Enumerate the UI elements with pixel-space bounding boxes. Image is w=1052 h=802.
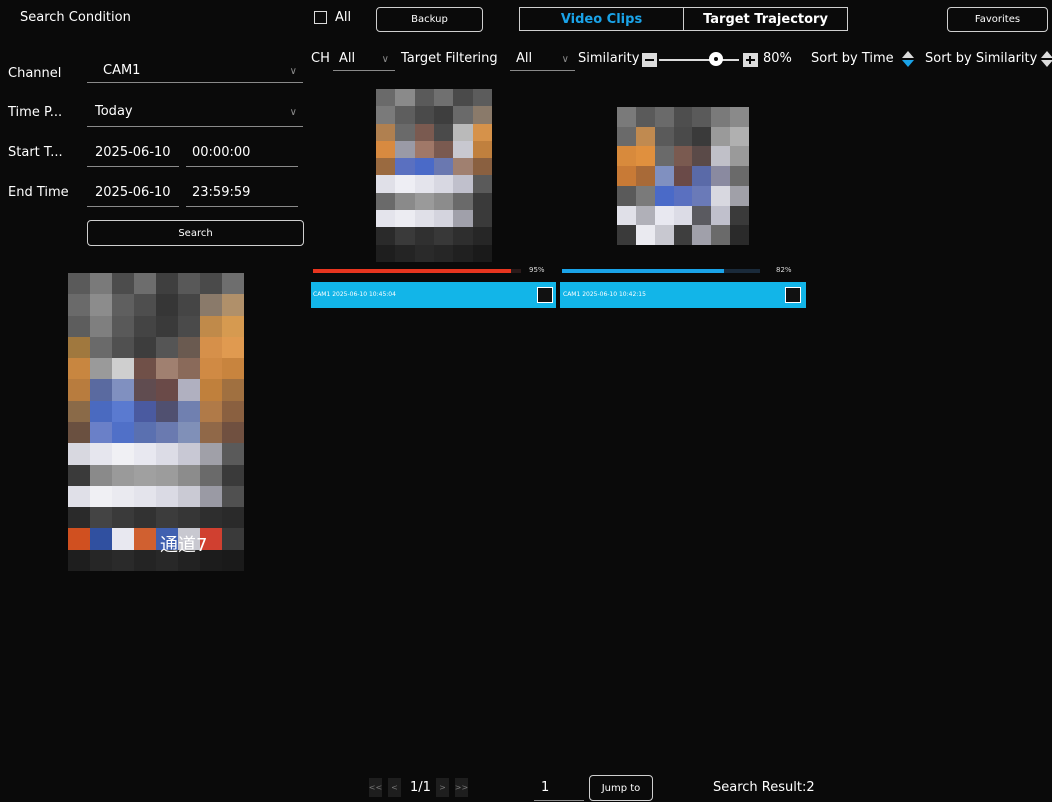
result-caption-bar[interactable]: CAM1 2025-06-10 10:42:15 xyxy=(560,282,806,308)
end-time-value: 23:59:59 xyxy=(192,185,251,200)
result-checkbox[interactable] xyxy=(537,287,553,303)
start-date-value: 2025-06-10 xyxy=(95,145,171,160)
similarity-value: 80% xyxy=(763,51,792,66)
similarity-bar-fill xyxy=(313,269,511,273)
end-date-value: 2025-06-10 xyxy=(95,185,171,200)
sort-by-time-label[interactable]: Sort by Time xyxy=(811,51,894,66)
tab-target-trajectory[interactable]: Target Trajectory xyxy=(683,7,848,31)
search-button[interactable]: Search xyxy=(87,220,304,246)
result-caption: CAM1 2025-06-10 10:42:15 xyxy=(563,291,646,298)
time-period-select[interactable]: Today ∨ xyxy=(87,98,303,127)
pixelated-image xyxy=(376,89,492,262)
end-time-label: End Time xyxy=(8,185,69,200)
time-period-value: Today xyxy=(95,104,133,119)
channel-select[interactable]: CAM1 ∨ xyxy=(87,58,303,83)
prev-page-button[interactable]: < xyxy=(388,778,401,797)
chevron-down-icon: ∨ xyxy=(381,54,389,65)
plus-icon[interactable] xyxy=(743,53,758,67)
minus-icon[interactable] xyxy=(642,53,657,67)
jump-page-input[interactable]: 1 xyxy=(534,776,584,801)
chevron-down-icon: ∨ xyxy=(289,107,297,118)
chevron-down-icon: ∨ xyxy=(561,54,569,65)
end-date-field[interactable]: 2025-06-10 xyxy=(87,180,179,207)
end-time-field[interactable]: 23:59:59 xyxy=(186,180,298,207)
sort-arrows-icon[interactable] xyxy=(901,49,915,69)
pixelated-image xyxy=(68,273,244,571)
chevron-down-icon: ∨ xyxy=(289,66,297,77)
slider-thumb[interactable] xyxy=(709,52,723,66)
page-info: 1/1 xyxy=(410,780,431,795)
backup-button[interactable]: Backup xyxy=(376,7,483,32)
start-time-label: Start T... xyxy=(8,145,63,160)
next-page-button[interactable]: > xyxy=(436,778,449,797)
start-time-field[interactable]: 00:00:00 xyxy=(186,140,298,167)
channel-value: CAM1 xyxy=(103,63,141,78)
last-page-button[interactable]: >> xyxy=(455,778,468,797)
selected-target-preview: 通道7 xyxy=(68,273,244,571)
search-condition-title: Search Condition xyxy=(20,10,131,25)
similarity-percent: 95% xyxy=(529,266,545,274)
jump-to-button[interactable]: Jump to xyxy=(589,775,653,801)
sort-arrows-icon[interactable] xyxy=(1040,49,1052,69)
time-period-label: Time P... xyxy=(8,105,63,120)
similarity-label: Similarity xyxy=(578,51,640,66)
ch-select[interactable]: All ∨ xyxy=(333,46,395,71)
result-checkbox[interactable] xyxy=(785,287,801,303)
select-all-label: All xyxy=(335,10,352,25)
target-filtering-select[interactable]: All ∨ xyxy=(510,46,575,71)
jump-page-value: 1 xyxy=(541,780,550,795)
channel-label: Channel xyxy=(8,66,62,81)
similarity-bar-fill xyxy=(562,269,725,273)
sort-by-similarity-label[interactable]: Sort by Similarity xyxy=(925,51,1037,66)
result-thumbnail[interactable] xyxy=(376,89,492,262)
preview-caption: 通道7 xyxy=(160,535,208,556)
result-caption-bar[interactable]: CAM1 2025-06-10 10:45:04 xyxy=(311,282,556,308)
search-result-count: Search Result:2 xyxy=(713,780,815,795)
result-caption: CAM1 2025-06-10 10:45:04 xyxy=(313,291,396,298)
tab-video-clips[interactable]: Video Clips xyxy=(519,7,684,31)
target-filtering-label: Target Filtering xyxy=(401,51,498,66)
similarity-bar xyxy=(562,269,760,273)
ch-value: All xyxy=(339,51,356,66)
ch-label: CH xyxy=(311,51,330,66)
select-all-checkbox[interactable] xyxy=(314,11,327,24)
start-date-field[interactable]: 2025-06-10 xyxy=(87,140,179,167)
similarity-slider[interactable] xyxy=(659,52,739,68)
start-time-value: 00:00:00 xyxy=(192,145,251,160)
result-thumbnail[interactable] xyxy=(617,107,749,245)
similarity-percent: 82% xyxy=(776,266,792,274)
favorites-button[interactable]: Favorites xyxy=(947,7,1048,32)
slider-track xyxy=(659,59,739,61)
similarity-bar xyxy=(313,269,521,273)
target-filtering-value: All xyxy=(516,51,533,66)
first-page-button[interactable]: << xyxy=(369,778,382,797)
pixelated-image xyxy=(617,107,749,245)
